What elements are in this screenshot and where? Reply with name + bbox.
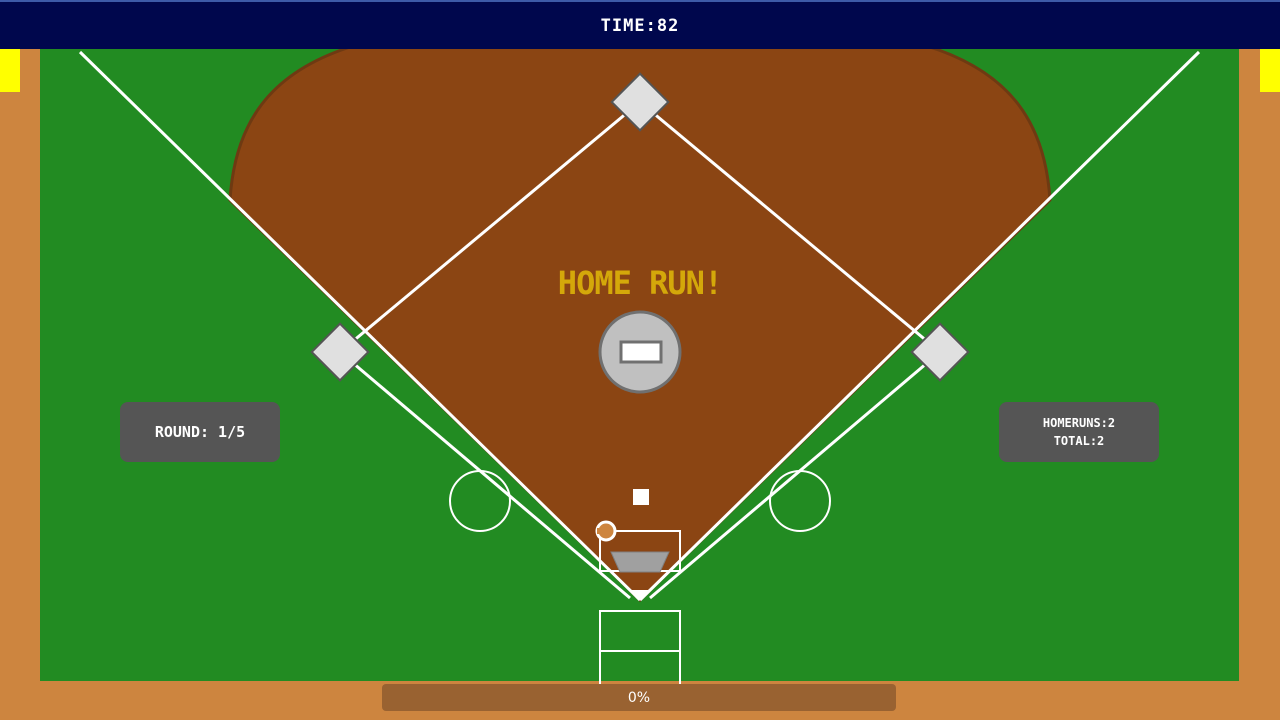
power-meter-label: 0% [627, 689, 651, 706]
top-bar: TIME:82 [0, 0, 1280, 49]
game-stage[interactable]: TIME:82 HOME RUN! ROUND: 1/5 HOMERUNS:2 … [0, 0, 1280, 720]
home-plate [610, 551, 670, 573]
total-label: TOTAL:2 [1053, 434, 1105, 448]
batter-sprite [595, 520, 617, 542]
left-foul-pole-marker [0, 49, 20, 92]
timer-label: TIME:82 [600, 15, 680, 36]
round-panel: ROUND: 1/5 [120, 402, 280, 462]
baseball-field [40, 18, 1239, 692]
round-label: ROUND: 1/5 [154, 423, 246, 441]
power-meter: 0% [382, 684, 896, 711]
right-foul-pole-marker [1260, 49, 1280, 92]
pitchers-rubber [619, 340, 663, 364]
score-panel: HOMERUNS:2 TOTAL:2 [999, 402, 1159, 462]
baseball [633, 489, 649, 505]
home-runs-label: HOMERUNS:2 [1042, 416, 1116, 430]
home-run-banner: HOME RUN! [557, 264, 723, 302]
